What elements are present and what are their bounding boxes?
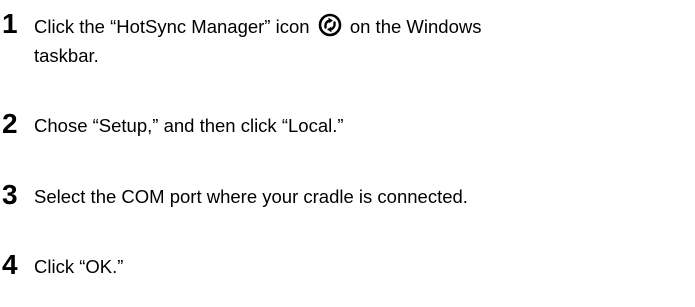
step-number: 2 [2, 108, 18, 139]
step-text: Click “OK.” [34, 256, 124, 277]
step-text-part: Click the “HotSync Manager” icon [34, 16, 310, 37]
step-number: 4 [2, 249, 18, 280]
step-number: 1 [2, 8, 18, 39]
step-2: 2 Chose “Setup,” and then click “Local.” [0, 110, 695, 138]
step-text-part: taskbar. [34, 45, 99, 66]
step-3: 3 Select the COM port where your cradle … [0, 181, 695, 209]
step-text: Chose “Setup,” and then click “Local.” [34, 115, 344, 136]
step-text-part: on the Windows [349, 16, 482, 37]
step-4: 4 Click “OK.” [0, 251, 695, 279]
hotsync-icon [318, 13, 342, 43]
step-text: Click the “HotSync Manager” icon on the … [34, 13, 694, 68]
step-1: 1 Click the “HotSync Manager” icon on th… [0, 10, 695, 68]
step-number: 3 [2, 179, 18, 210]
step-text: Select the COM port where your cradle is… [34, 186, 468, 207]
